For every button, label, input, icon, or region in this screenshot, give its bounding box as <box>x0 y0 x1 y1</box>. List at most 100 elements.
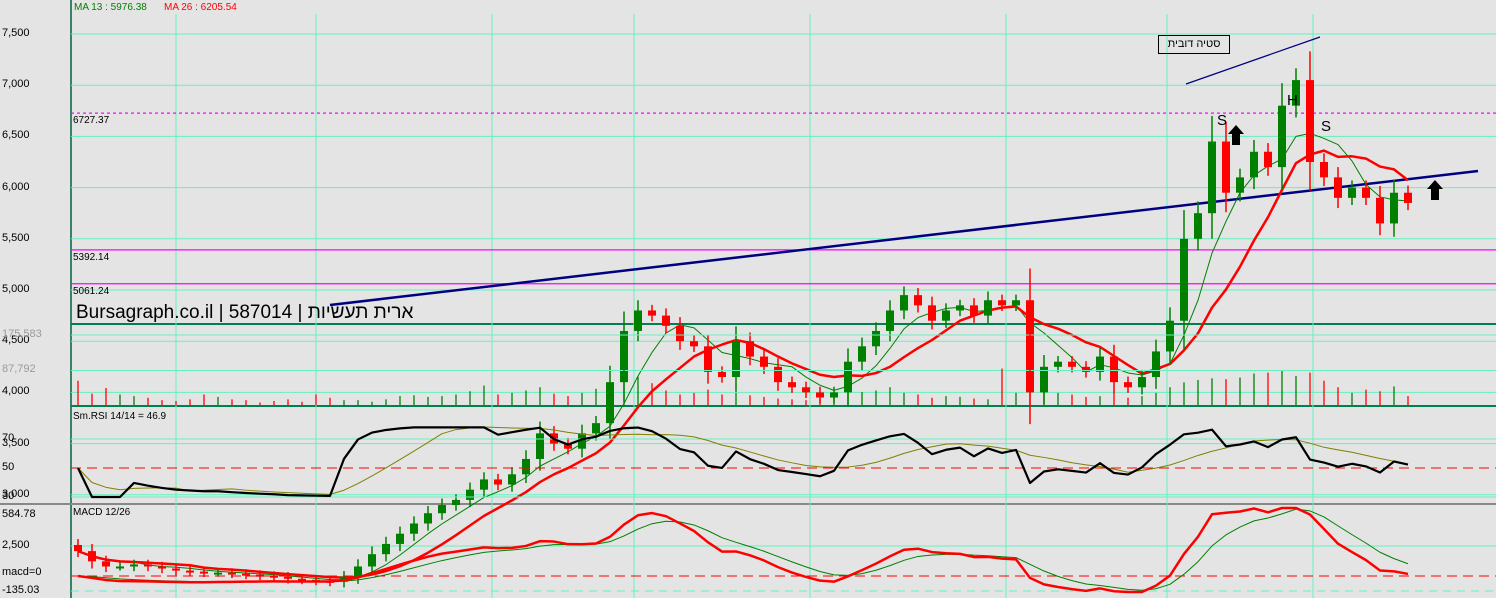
candle-body <box>242 573 250 576</box>
pattern-head: H <box>1287 92 1298 109</box>
arrow-up-icon <box>1228 125 1244 145</box>
price-tick-label: 4,000 <box>2 385 30 398</box>
candle-body <box>1236 177 1244 193</box>
candle-body <box>382 543 390 555</box>
candle-body <box>1362 187 1370 198</box>
candle-body <box>354 566 362 577</box>
price-tick-label: 7,000 <box>2 78 30 91</box>
candle-body <box>676 325 684 342</box>
candle-body <box>130 564 138 567</box>
candle-body <box>914 295 922 306</box>
macd-tick-label: -135.03 <box>2 584 40 596</box>
candle-body <box>942 310 950 321</box>
candle-body <box>284 576 292 579</box>
arrow-up-icon <box>1427 180 1443 200</box>
candle-body <box>424 513 432 524</box>
candle-body <box>172 568 180 571</box>
candle-body <box>1096 356 1104 372</box>
candle-body <box>1124 382 1132 388</box>
candle-body <box>928 305 936 321</box>
candle-body <box>1376 197 1384 224</box>
candle-body <box>88 551 96 562</box>
candle-body <box>1180 238 1188 321</box>
rsi-tick-label: 50 <box>2 461 15 473</box>
level-label: 5061.24 <box>73 285 110 297</box>
candle-body <box>900 295 908 311</box>
candle-body <box>1320 162 1328 178</box>
bearish-divergence-label: סטיה דובית <box>1158 35 1230 54</box>
candle-body <box>480 479 488 490</box>
candle-body <box>1166 320 1174 352</box>
price-tick-label: 6,000 <box>2 180 30 193</box>
candle-body <box>1152 351 1160 378</box>
candle-body <box>368 554 376 567</box>
candle-body <box>858 346 866 362</box>
candle-body <box>200 571 208 574</box>
candle-body <box>410 523 418 534</box>
candle-body <box>1208 141 1216 214</box>
price-tick-label: 7,500 <box>2 27 30 39</box>
price-tick-label: 2,500 <box>2 539 30 551</box>
macd-tick-label: 584.78 <box>2 508 36 520</box>
candle-body <box>144 564 152 567</box>
rsi-title: Sm.RSI 14/14 = 46.9 <box>73 411 167 422</box>
candle-body <box>396 533 404 544</box>
candle-body <box>760 356 768 367</box>
candle-body <box>648 310 656 316</box>
macd-title: MACD 12/26 <box>73 507 131 518</box>
candle-body <box>228 572 236 575</box>
rsi-tick-label: 70 <box>2 432 15 444</box>
candle-body <box>774 366 782 383</box>
level-label: 6727.37 <box>73 115 110 127</box>
price-tick-label: 6,500 <box>2 129 30 142</box>
ma26-line <box>77 149 1409 579</box>
candle-body <box>1054 361 1062 367</box>
candle-body <box>1194 213 1202 239</box>
price-tick-label: 5,500 <box>2 231 30 244</box>
candle-body <box>704 346 712 372</box>
candle-body <box>1278 105 1286 168</box>
candle-body <box>466 489 474 500</box>
candle-body <box>1334 177 1342 198</box>
candle-body <box>592 423 600 434</box>
candle-body <box>438 505 446 514</box>
candle-body <box>508 474 516 485</box>
candle-body <box>1404 192 1412 203</box>
candle-body <box>452 499 460 506</box>
volume-tick-label: 87,792 <box>2 363 36 376</box>
rsi-line <box>77 426 1409 499</box>
candle-body <box>1012 300 1020 306</box>
candle-body <box>690 341 698 347</box>
candle-body <box>1068 361 1076 367</box>
support-trendline <box>329 169 1479 307</box>
candle-body <box>536 433 544 459</box>
candle-body <box>1348 187 1356 198</box>
candle-body <box>1222 141 1230 193</box>
candle-body <box>1264 151 1272 168</box>
candle-body <box>186 570 194 573</box>
candle-body <box>214 572 222 575</box>
candle-body <box>872 330 880 347</box>
candle-body <box>74 544 82 552</box>
candle-body <box>1110 356 1118 383</box>
candle-body <box>984 300 992 316</box>
watermark: Bursagraph.co.il | 587014 | ארית תעשיות <box>76 302 414 323</box>
macd-tick-label: macd=0 <box>2 566 42 578</box>
candle-body <box>1306 80 1314 162</box>
candle-body <box>886 310 894 331</box>
candle-body <box>816 392 824 398</box>
pattern-right-shoulder: S <box>1321 118 1332 135</box>
candle-body <box>956 305 964 311</box>
candle-body <box>844 361 852 393</box>
candle-body <box>256 574 264 577</box>
candle-body <box>634 310 642 331</box>
candle-body <box>718 371 726 378</box>
candle-body <box>158 566 166 569</box>
candle-body <box>102 561 110 567</box>
rsi-tick-label: 30 <box>2 490 15 502</box>
candle-body <box>998 300 1006 306</box>
candle-body <box>1390 192 1398 224</box>
level-label: 5392.14 <box>73 251 110 263</box>
candle-body <box>746 341 754 357</box>
candle-body <box>662 315 670 326</box>
